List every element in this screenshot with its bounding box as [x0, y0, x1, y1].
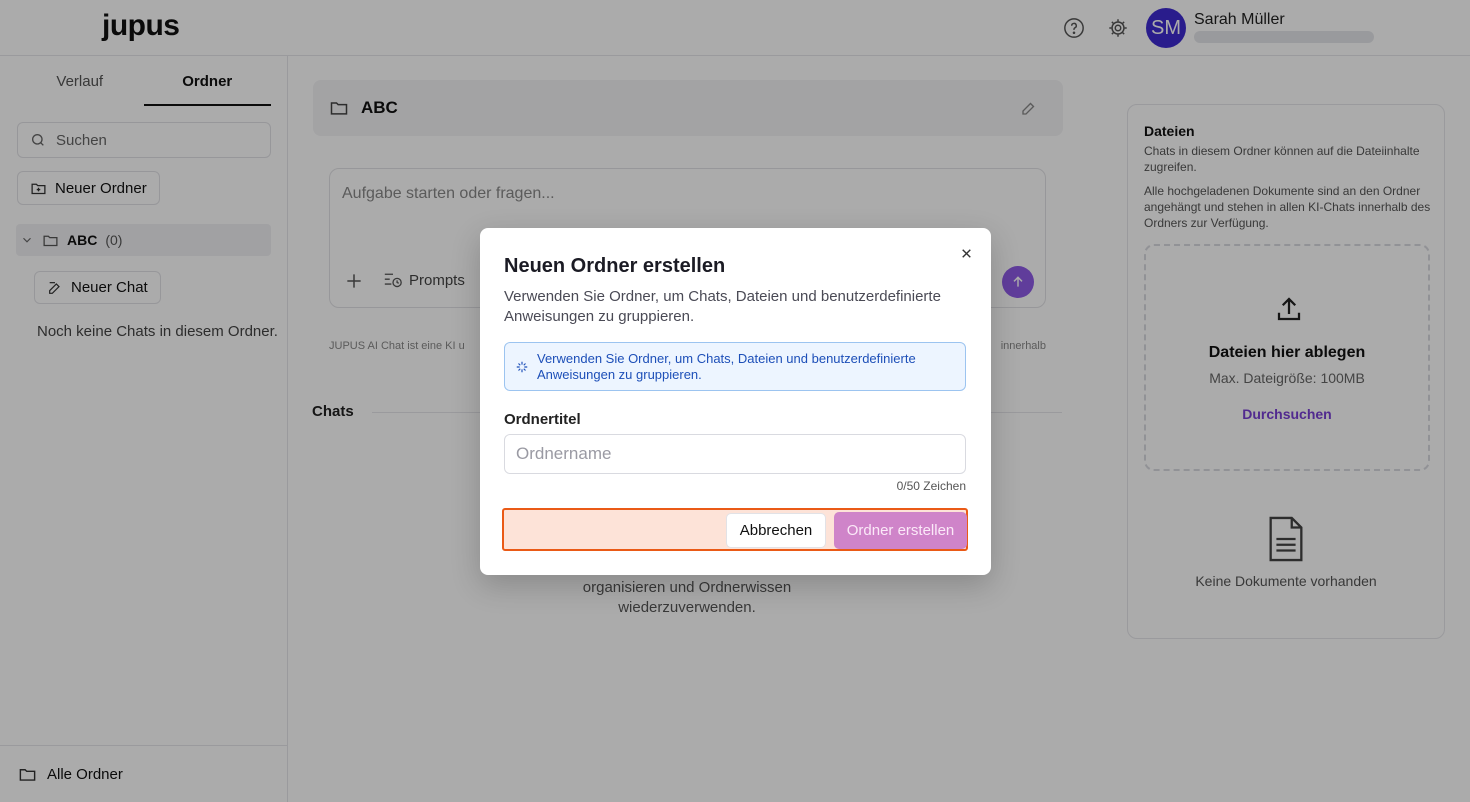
- info-box: Verwenden Sie Ordner, um Chats, Dateien …: [504, 342, 966, 391]
- cancel-button[interactable]: Abbrechen: [726, 513, 826, 548]
- folder-title-label: Ordnertitel: [504, 411, 581, 428]
- create-folder-dialog: Neuen Ordner erstellen Verwenden Sie Ord…: [480, 228, 991, 575]
- character-counter: 0/50 Zeichen: [896, 479, 966, 493]
- info-text: Verwenden Sie Ordner, um Chats, Dateien …: [537, 351, 916, 382]
- dialog-title: Neuen Ordner erstellen: [504, 255, 726, 277]
- close-icon[interactable]: [956, 243, 976, 263]
- folder-name-input[interactable]: [504, 434, 966, 474]
- dialog-description: Verwenden Sie Ordner, um Chats, Dateien …: [504, 288, 941, 325]
- sparkle-icon: [516, 361, 528, 373]
- create-folder-button[interactable]: Ordner erstellen: [834, 512, 967, 549]
